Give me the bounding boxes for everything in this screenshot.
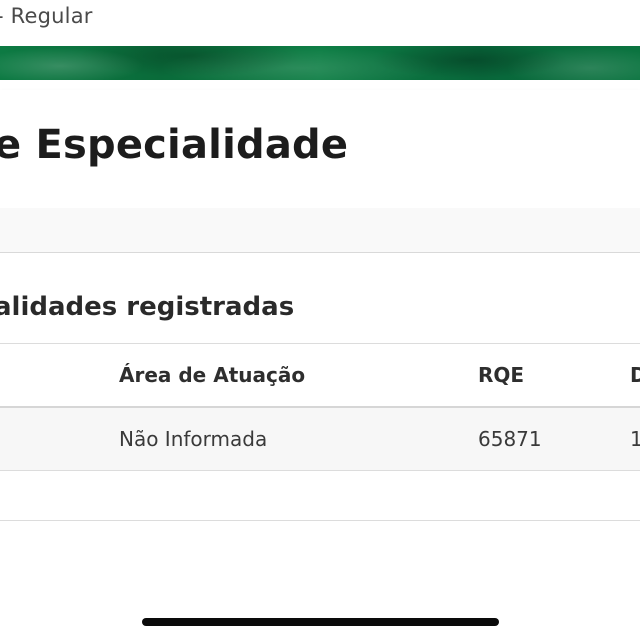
table-header-row: Área de Atuação RQE D [0,343,640,408]
status-text: - Regular [0,4,93,28]
section-spacer [0,208,640,252]
column-header-area: Área de Atuação [119,363,306,387]
page-title: e Especialidade [0,122,349,168]
column-header-truncated: D [630,363,640,387]
column-header-rqe: RQE [478,363,525,387]
specialties-table: Área de Atuação RQE D Não Informada 6587… [0,343,640,471]
cell-area: Não Informada [119,427,268,451]
screen: - Regular e Especialidade alidades regis… [0,0,640,640]
cell-rqe: 65871 [478,427,542,451]
section-title: alidades registradas [0,292,295,322]
divider [0,520,640,521]
cell-truncated: 1 [630,427,640,451]
table-row: Não Informada 65871 1 [0,408,640,471]
divider [0,252,640,253]
home-indicator[interactable] [142,618,499,626]
header-banner [0,46,640,80]
